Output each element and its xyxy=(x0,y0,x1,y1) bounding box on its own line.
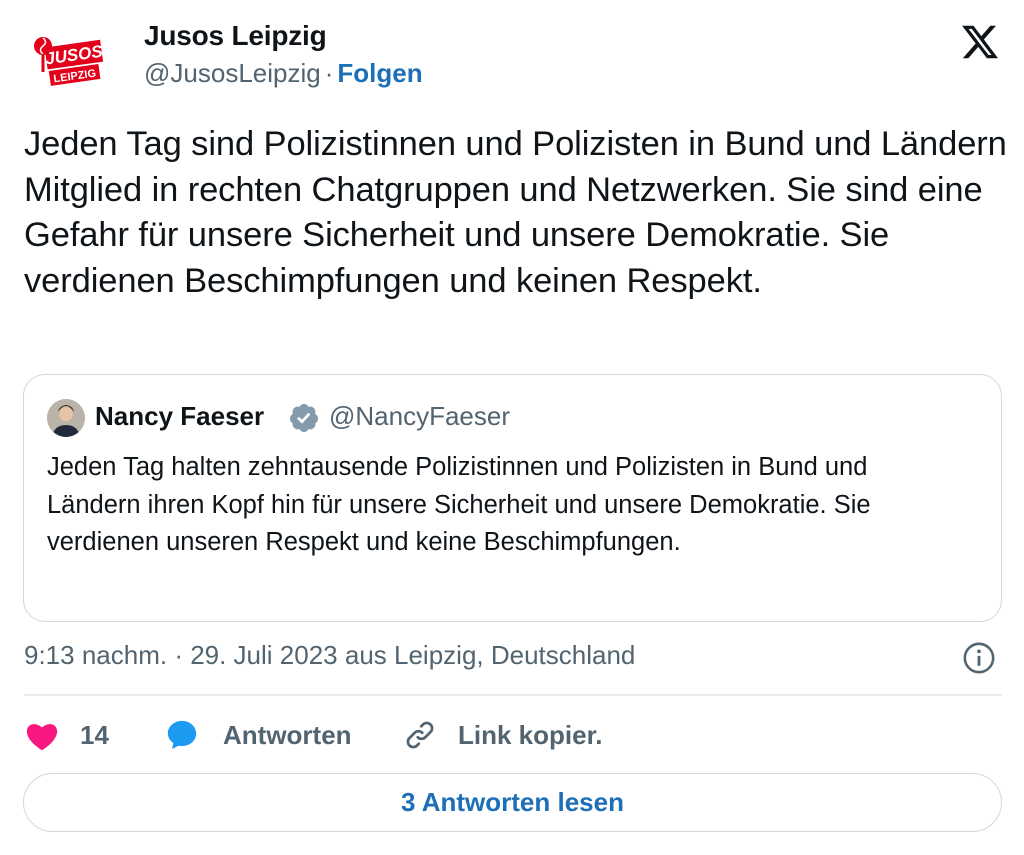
reply-label: Antworten xyxy=(223,719,352,750)
like-button[interactable]: 14 xyxy=(24,712,109,758)
quoted-tweet-card[interactable]: Nancy Faeser @NancyFaeser Jeden Tag halt… xyxy=(23,374,1002,622)
speech-bubble-icon xyxy=(167,720,197,750)
follow-button[interactable]: Folgen xyxy=(337,58,422,88)
reply-button[interactable]: Antworten xyxy=(164,712,352,758)
tweet-text: Jeden Tag sind Polizistinnen und Polizis… xyxy=(24,125,1007,300)
x-logo-icon[interactable] xyxy=(960,22,1000,62)
tweet-timestamp[interactable]: 9:13 nachm. · 29. Juli 2023 aus Leipzig,… xyxy=(24,640,635,671)
heart-icon xyxy=(26,724,58,751)
quoted-tweet-text: Jeden Tag halten zehntausende Polizistin… xyxy=(47,453,871,556)
action-bar: 14 Antworten Link kopier. xyxy=(24,712,1002,758)
quoted-author-avatar[interactable] xyxy=(47,399,85,437)
info-icon[interactable] xyxy=(962,641,996,675)
author-handle[interactable]: @JusosLeipzig xyxy=(144,58,321,88)
link-icon xyxy=(406,721,434,749)
divider xyxy=(24,694,1002,696)
jusos-logo-avatar[interactable]: JUSOS LEIPZIG xyxy=(26,26,108,108)
like-count: 14 xyxy=(80,719,109,750)
copy-link-button[interactable]: Link kopier. xyxy=(402,712,603,758)
quoted-author-name[interactable]: Nancy Faeser xyxy=(95,401,264,432)
read-replies-label: 3 Antworten lesen xyxy=(401,787,624,817)
quoted-author-handle[interactable]: @NancyFaeser xyxy=(329,401,510,432)
verified-badge-icon xyxy=(289,404,318,432)
copy-link-label: Link kopier. xyxy=(458,719,603,750)
separator-dot: · xyxy=(324,58,334,88)
read-replies-button[interactable]: 3 Antworten lesen xyxy=(23,773,1002,832)
author-handle-line: @JusosLeipzig · Folgen xyxy=(144,58,423,89)
tweet-header: JUSOS LEIPZIG Jusos Leipzig @JusosLeipzi… xyxy=(24,20,1000,108)
author-name[interactable]: Jusos Leipzig xyxy=(144,20,327,52)
